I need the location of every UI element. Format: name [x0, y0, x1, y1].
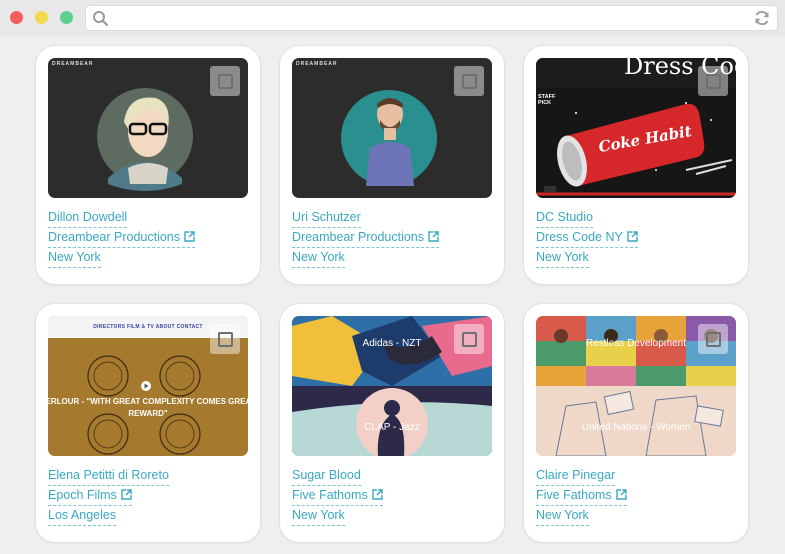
director-card: DIRECTORS FILM & TV ABOUT CONTACT ABERLO… [35, 303, 261, 543]
director-name-link[interactable]: DC Studio [536, 210, 593, 228]
select-checkbox[interactable] [698, 66, 728, 96]
company-label: Dreambear Productions [48, 230, 181, 244]
director-name-link[interactable]: Dillon Dowdell [48, 210, 128, 228]
director-card: Dress Code Coke Habit STAFF PICK DC Stud… [523, 45, 749, 285]
external-link-icon [627, 231, 638, 242]
video-title-line: ABERLOUR - "WITH GREAT COMPLEXITY COMES … [48, 397, 248, 406]
minimize-window-button[interactable] [35, 11, 48, 24]
director-name-link[interactable]: Uri Schutzer [292, 210, 361, 228]
url-input[interactable] [116, 8, 736, 28]
company-link[interactable]: Dreambear Productions [292, 230, 440, 248]
address-bar[interactable] [85, 5, 778, 31]
director-thumbnail[interactable]: DIRECTORS FILM & TV ABOUT CONTACT ABERLO… [48, 316, 248, 456]
site-logo: DREAMBEAR [296, 61, 338, 67]
company-link[interactable]: Dreambear Productions [48, 230, 196, 248]
company-label: Five Fathoms [292, 488, 368, 502]
director-card: DREAMBEAR Dillon Dowdell Dreambear Produ… [35, 45, 261, 285]
director-card: DREAMBEAR Uri Schutzer Dreambear Product… [279, 45, 505, 285]
site-logo: DREAMBEAR [52, 61, 94, 67]
director-meta: Claire Pinegar Five Fathoms New York [536, 466, 736, 526]
location-link[interactable]: New York [292, 508, 345, 526]
director-meta: Dillon Dowdell Dreambear Productions New… [48, 208, 248, 268]
director-thumbnail[interactable]: Dress Code Coke Habit STAFF PICK [536, 58, 736, 198]
staff-pick-badge: STAFF PICK [538, 94, 556, 106]
video-title-line: REWARD" [128, 409, 168, 418]
director-meta: DC Studio Dress Code NY New York [536, 208, 736, 268]
director-name-link[interactable]: Sugar Blood [292, 468, 361, 486]
close-window-button[interactable] [10, 11, 23, 24]
select-checkbox[interactable] [698, 324, 728, 354]
director-thumbnail[interactable]: Adidas - NZT CLAP - Jazz [292, 316, 492, 456]
browser-toolbar [0, 0, 785, 36]
search-icon [93, 11, 109, 27]
director-name-link[interactable]: Claire Pinegar [536, 468, 616, 486]
company-label: Five Fathoms [536, 488, 612, 502]
external-link-icon [121, 489, 132, 500]
company-label: Epoch Films [48, 488, 117, 502]
director-meta: Uri Schutzer Dreambear Productions New Y… [292, 208, 492, 268]
external-link-icon [616, 489, 627, 500]
director-card: Restless Development United Nations - Wo… [523, 303, 749, 543]
director-thumbnail[interactable]: DREAMBEAR [292, 58, 492, 198]
company-link[interactable]: Five Fathoms [292, 488, 383, 506]
external-link-icon [184, 231, 195, 242]
location-link[interactable]: New York [292, 250, 345, 268]
director-name-link[interactable]: Elena Petitti di Roreto [48, 468, 169, 486]
company-link[interactable]: Five Fathoms [536, 488, 627, 506]
director-meta: Elena Petitti di Roreto Epoch Films Los … [48, 466, 248, 526]
select-checkbox[interactable] [210, 66, 240, 96]
select-checkbox[interactable] [210, 324, 240, 354]
director-meta: Sugar Blood Five Fathoms New York [292, 466, 492, 526]
results-grid: DREAMBEAR Dillon Dowdell Dreambear Produ… [0, 36, 785, 554]
location-link[interactable]: New York [536, 508, 589, 526]
select-checkbox[interactable] [454, 66, 484, 96]
external-link-icon [372, 489, 383, 500]
location-link[interactable]: New York [536, 250, 589, 268]
director-thumbnail[interactable]: Restless Development United Nations - Wo… [536, 316, 736, 456]
director-card: Adidas - NZT CLAP - Jazz Sugar Blood Fiv… [279, 303, 505, 543]
company-link[interactable]: Epoch Films [48, 488, 132, 506]
select-checkbox[interactable] [454, 324, 484, 354]
company-link[interactable]: Dress Code NY [536, 230, 638, 248]
location-link[interactable]: New York [48, 250, 101, 268]
external-link-icon [428, 231, 439, 242]
maximize-window-button[interactable] [60, 11, 73, 24]
location-link[interactable]: Los Angeles [48, 508, 117, 526]
video-label-bottom: CLAP - Jazz [364, 422, 420, 433]
company-label: Dress Code NY [536, 230, 623, 244]
company-label: Dreambear Productions [292, 230, 425, 244]
director-thumbnail[interactable]: DREAMBEAR [48, 58, 248, 198]
video-title: ABERLOUR - "WITH GREAT COMPLEXITY COMES … [48, 396, 248, 420]
reload-icon[interactable] [753, 9, 771, 27]
video-label-bottom: United Nations - Women [581, 422, 691, 433]
